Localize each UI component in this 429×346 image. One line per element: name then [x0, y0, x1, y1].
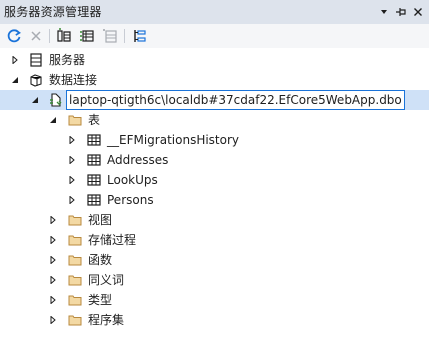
- tree-node-synonyms[interactable]: 同义词: [0, 270, 429, 290]
- tree-label: 程序集: [88, 313, 125, 327]
- tree-label: 存储过程: [88, 233, 137, 247]
- database-connection-icon: [50, 93, 62, 107]
- stop-icon[interactable]: [27, 27, 45, 45]
- refresh-icon[interactable]: [5, 27, 23, 45]
- connection-name-editor[interactable]: laptop-qtigth6c\localdb#37cdaf22.EfCore5…: [66, 90, 405, 110]
- tree-label: 服务器: [49, 53, 86, 67]
- tree-node-data-connections[interactable]: 数据连接: [0, 70, 429, 90]
- tree-label: Persons: [107, 193, 154, 207]
- tree-node-table[interactable]: LookUps: [0, 170, 429, 190]
- table-icon: [87, 134, 101, 146]
- close-icon[interactable]: [410, 4, 426, 20]
- tree-label: 同义词: [88, 273, 125, 287]
- chevron-right-icon[interactable]: [49, 216, 57, 224]
- data-connections-icon: [30, 74, 42, 87]
- folder-icon: [68, 275, 82, 286]
- folder-icon: [68, 215, 82, 226]
- toolbar: [0, 24, 429, 48]
- server-explorer-panel: 服务器资源管理器 服务器 数据连接 laptop-qtigth6c\locald…: [0, 0, 429, 346]
- folder-icon: [68, 315, 82, 326]
- filter-icon[interactable]: [131, 27, 149, 45]
- dropdown-icon[interactable]: [376, 4, 392, 20]
- pin-icon[interactable]: [393, 4, 409, 20]
- table-icon: [87, 154, 101, 166]
- tree-node-servers[interactable]: 服务器: [0, 50, 429, 70]
- tree-label: __EFMigrationsHistory: [107, 133, 240, 147]
- tree-node-table[interactable]: Persons: [0, 190, 429, 210]
- connect-database-icon[interactable]: [55, 27, 73, 45]
- chevron-right-icon[interactable]: [49, 276, 57, 284]
- title-bar: 服务器资源管理器: [0, 0, 429, 24]
- tree-node-table[interactable]: Addresses: [0, 150, 429, 170]
- tree-view: 服务器 数据连接 laptop-qtigth6c\localdb#37cdaf2…: [0, 48, 429, 346]
- folder-icon: [68, 295, 82, 306]
- tree-node-functions[interactable]: 函数: [0, 250, 429, 270]
- table-icon: [87, 174, 101, 186]
- tree-node-stored-procedures[interactable]: 存储过程: [0, 230, 429, 250]
- connect-server-icon[interactable]: [78, 27, 96, 45]
- toolbar-separator: [49, 29, 50, 43]
- chevron-right-icon[interactable]: [49, 316, 57, 324]
- chevron-right-icon[interactable]: [49, 236, 57, 244]
- tree-node-tables[interactable]: 表: [0, 110, 429, 130]
- chevron-expanded-icon[interactable]: [11, 76, 19, 84]
- chevron-right-icon[interactable]: [49, 256, 57, 264]
- panel-title: 服务器资源管理器: [4, 5, 102, 19]
- chevron-expanded-icon[interactable]: [31, 96, 39, 104]
- chevron-right-icon[interactable]: [68, 136, 76, 144]
- tree-node-assemblies[interactable]: 程序集: [0, 310, 429, 330]
- tree-node-views[interactable]: 视图: [0, 210, 429, 230]
- connect-azure-icon[interactable]: [101, 27, 119, 45]
- chevron-expanded-icon[interactable]: [49, 116, 57, 124]
- folder-icon: [68, 235, 82, 246]
- tree-node-connection[interactable]: laptop-qtigth6c\localdb#37cdaf22.EfCore5…: [0, 90, 429, 110]
- tree-label: 函数: [88, 253, 113, 267]
- tree-node-types[interactable]: 类型: [0, 290, 429, 310]
- tree-label: Addresses: [107, 153, 169, 167]
- folder-icon: [68, 255, 82, 266]
- tree-label: 类型: [88, 293, 113, 307]
- server-icon: [30, 53, 42, 67]
- tree-label: LookUps: [107, 173, 158, 187]
- chevron-right-icon[interactable]: [68, 156, 76, 164]
- toolbar-separator: [124, 29, 125, 43]
- chevron-right-icon[interactable]: [11, 56, 19, 64]
- tree-node-table[interactable]: __EFMigrationsHistory: [0, 130, 429, 150]
- tree-label: 数据连接: [49, 73, 98, 87]
- chevron-right-icon[interactable]: [68, 196, 76, 204]
- chevron-right-icon[interactable]: [49, 296, 57, 304]
- chevron-right-icon[interactable]: [68, 176, 76, 184]
- tree-label: 视图: [88, 213, 113, 227]
- tree-label: 表: [88, 113, 101, 127]
- folder-icon: [68, 115, 82, 126]
- table-icon: [87, 194, 101, 206]
